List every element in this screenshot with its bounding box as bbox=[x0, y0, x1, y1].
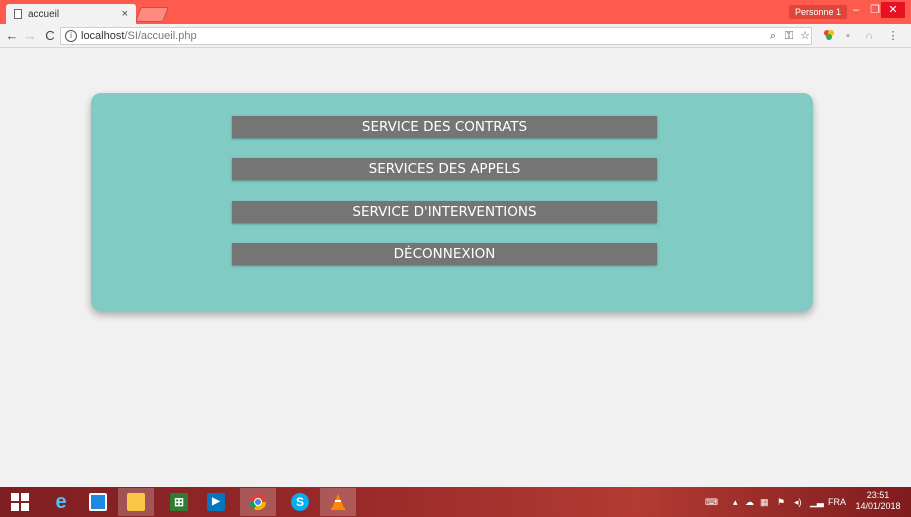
taskbar-explorer[interactable] bbox=[118, 488, 154, 516]
chrome-menu-icon[interactable]: ⋮ bbox=[886, 29, 900, 43]
store-icon: ⊞ bbox=[170, 493, 188, 511]
reload-button[interactable]: C bbox=[42, 28, 58, 44]
browser-toolbar: ← → C i localhost/SI/accueil.php ⌕ ⚿ ☆ ▪… bbox=[0, 24, 911, 48]
document-icon bbox=[14, 9, 22, 19]
profile-button[interactable]: Personne 1 bbox=[789, 5, 848, 19]
back-button[interactable]: ← bbox=[4, 28, 20, 44]
clock[interactable]: 23:51 14/01/2018 bbox=[848, 490, 908, 512]
network-icon[interactable]: ⚑ bbox=[777, 487, 785, 517]
clock-time: 23:51 bbox=[866, 490, 890, 500]
tab-close-button[interactable]: × bbox=[122, 8, 128, 20]
taskbar-media[interactable]: ▶ bbox=[198, 488, 234, 516]
deconnexion-button[interactable]: DÉCONNEXION bbox=[232, 243, 657, 265]
taskbar-vlc[interactable] bbox=[320, 488, 356, 516]
cloud-icon[interactable]: ☁ bbox=[745, 487, 754, 517]
forward-button[interactable]: → bbox=[22, 28, 38, 44]
url-path: /SI/accueil.php bbox=[124, 30, 197, 42]
taskbar-store[interactable]: ⊞ bbox=[161, 488, 197, 516]
browser-titlebar: accueil × Personne 1 – ❐ ✕ bbox=[0, 0, 911, 24]
close-window-button[interactable]: ✕ bbox=[881, 2, 905, 18]
taskbar-skype[interactable]: S bbox=[282, 488, 318, 516]
windows-taskbar: e ⊞ ▶ S ⌨ ▴ ☁ ▦ ⚑ ◂) ▁▃ FRA 23:51 14/01/… bbox=[0, 487, 911, 517]
extension-headphones-icon[interactable]: ∩ bbox=[862, 29, 876, 43]
info-icon[interactable]: i bbox=[65, 30, 77, 42]
tray-show-hidden-icon[interactable]: ▴ bbox=[733, 487, 738, 517]
skype-icon: S bbox=[291, 493, 309, 511]
url-text[interactable]: localhost/SI/accueil.php bbox=[81, 30, 197, 42]
language-indicator[interactable]: FRA bbox=[828, 487, 846, 517]
bookmark-star-icon[interactable]: ☆ bbox=[798, 29, 812, 43]
extension-icon[interactable] bbox=[822, 29, 836, 43]
tab-title: accueil bbox=[28, 8, 60, 20]
menu-card: SERVICE DES CONTRATS SERVICES DES APPELS… bbox=[91, 93, 813, 311]
new-tab-button[interactable] bbox=[135, 7, 169, 22]
taskbar-chrome[interactable] bbox=[240, 488, 276, 516]
chrome-icon bbox=[249, 494, 267, 511]
services-appels-button[interactable]: SERVICES DES APPELS bbox=[232, 158, 657, 180]
taskbar-app-blue[interactable] bbox=[80, 488, 116, 516]
service-interventions-button[interactable]: SERVICE D'INTERVENTIONS bbox=[232, 201, 657, 223]
address-bar[interactable]: i localhost/SI/accueil.php bbox=[60, 27, 812, 45]
extension-gray-icon[interactable]: ▪ bbox=[841, 29, 855, 43]
vlc-icon bbox=[331, 494, 345, 510]
zoom-icon[interactable]: ⌕ bbox=[766, 29, 780, 43]
tray-app-icon[interactable]: ▦ bbox=[760, 487, 769, 517]
screen: accueil × Personne 1 – ❐ ✕ ← → C i local… bbox=[0, 0, 911, 517]
keyboard-icon[interactable]: ⌨ bbox=[705, 487, 718, 517]
browser-tab[interactable]: accueil × bbox=[6, 4, 136, 24]
file-explorer-icon bbox=[127, 493, 145, 511]
signal-icon[interactable]: ▁▃ bbox=[810, 487, 824, 517]
windows-logo-icon bbox=[11, 493, 29, 511]
key-icon[interactable]: ⚿ bbox=[782, 29, 796, 43]
start-button[interactable] bbox=[2, 488, 38, 516]
media-player-icon: ▶ bbox=[207, 493, 225, 511]
internet-explorer-icon: e bbox=[55, 491, 67, 513]
service-contrats-button[interactable]: SERVICE DES CONTRATS bbox=[232, 116, 657, 138]
volume-icon[interactable]: ◂) bbox=[794, 487, 802, 517]
taskbar-ie[interactable]: e bbox=[43, 488, 79, 516]
app-window-icon bbox=[89, 493, 107, 511]
clock-date: 14/01/2018 bbox=[855, 501, 901, 511]
url-host: localhost bbox=[81, 30, 125, 42]
